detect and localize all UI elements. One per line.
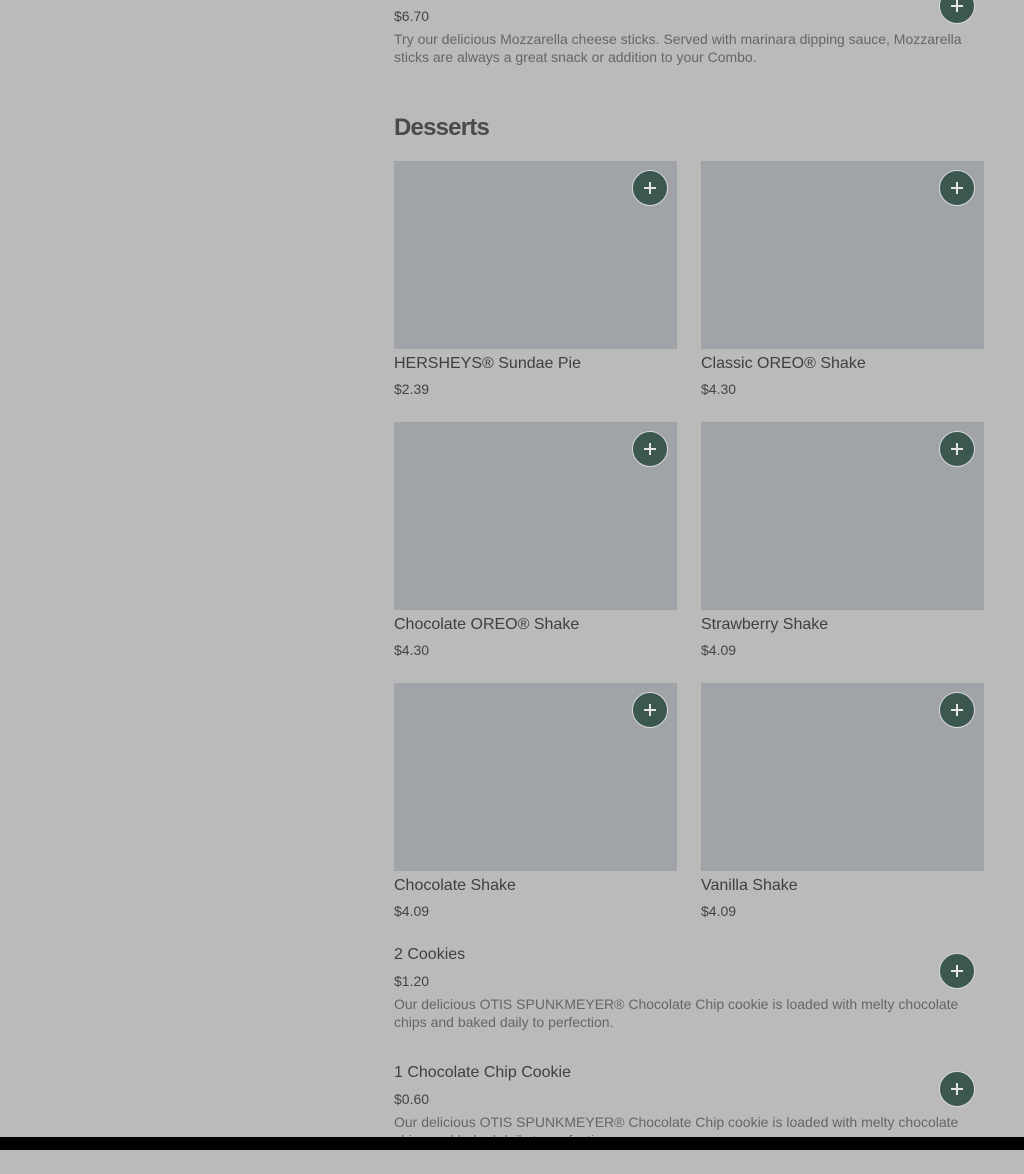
menu-row-price: $0.60 bbox=[394, 1091, 430, 1107]
add-item-button[interactable] bbox=[632, 170, 668, 206]
menu-card-price: $4.30 bbox=[701, 381, 737, 397]
menu-card[interactable]: Strawberry Shake $4.09 bbox=[701, 422, 984, 662]
plus-icon bbox=[951, 1083, 963, 1095]
menu-card-name[interactable]: Strawberry Shake bbox=[701, 616, 828, 634]
menu-card[interactable]: Chocolate OREO® Shake $4.30 bbox=[394, 422, 677, 662]
menu-row-price: $1.20 bbox=[394, 973, 430, 989]
add-item-button[interactable] bbox=[939, 692, 975, 728]
plus-icon bbox=[951, 182, 963, 194]
menu-item-price: $6.70 bbox=[394, 8, 430, 24]
menu-card-name[interactable]: Vanilla Shake bbox=[701, 877, 798, 895]
menu-row-description: Our delicious OTIS SPUNKMEYER® Chocolate… bbox=[394, 996, 959, 1030]
plus-icon bbox=[951, 443, 963, 455]
plus-icon bbox=[951, 965, 963, 977]
menu-card[interactable]: HERSHEYS® Sundae Pie $2.39 bbox=[394, 161, 677, 401]
menu-card-price: $4.09 bbox=[394, 903, 430, 919]
menu-row-name[interactable]: 1 Chocolate Chip Cookie bbox=[394, 1064, 571, 1082]
add-item-button[interactable] bbox=[939, 953, 975, 989]
plus-icon bbox=[951, 704, 963, 716]
menu-card[interactable]: Classic OREO® Shake $4.30 bbox=[701, 161, 984, 401]
menu-card[interactable]: Chocolate Shake $4.09 bbox=[394, 683, 677, 923]
menu-row-item[interactable]: 2 Cookies $1.20 Our delicious OTIS SPUNK… bbox=[394, 946, 984, 1056]
menu-card-price: $4.30 bbox=[394, 642, 430, 658]
menu-card[interactable]: Vanilla Shake $4.09 bbox=[701, 683, 984, 923]
menu-card-name[interactable]: Classic OREO® Shake bbox=[701, 355, 866, 373]
menu-row-item[interactable]: 1 Chocolate Chip Cookie $0.60 Our delici… bbox=[394, 1064, 984, 1174]
add-item-button[interactable] bbox=[939, 170, 975, 206]
add-item-button[interactable] bbox=[939, 0, 975, 24]
menu-card-price: $2.39 bbox=[394, 381, 430, 397]
bottom-bar bbox=[0, 1137, 1024, 1150]
add-item-button[interactable] bbox=[939, 1071, 975, 1107]
plus-icon bbox=[644, 182, 656, 194]
menu-card-name[interactable]: Chocolate Shake bbox=[394, 877, 516, 895]
plus-icon bbox=[951, 0, 963, 12]
add-item-button[interactable] bbox=[632, 692, 668, 728]
menu-item-description: Try our delicious Mozzarella cheese stic… bbox=[394, 31, 962, 65]
menu-card-price: $4.09 bbox=[701, 642, 737, 658]
add-item-button[interactable] bbox=[632, 431, 668, 467]
menu-row-name[interactable]: 2 Cookies bbox=[394, 946, 465, 964]
menu-card-name[interactable]: HERSHEYS® Sundae Pie bbox=[394, 355, 581, 373]
section-title-desserts: Desserts bbox=[394, 114, 490, 141]
menu-card-name[interactable]: Chocolate OREO® Shake bbox=[394, 616, 579, 634]
plus-icon bbox=[644, 443, 656, 455]
plus-icon bbox=[644, 704, 656, 716]
menu-card-price: $4.09 bbox=[701, 903, 737, 919]
add-item-button[interactable] bbox=[939, 431, 975, 467]
